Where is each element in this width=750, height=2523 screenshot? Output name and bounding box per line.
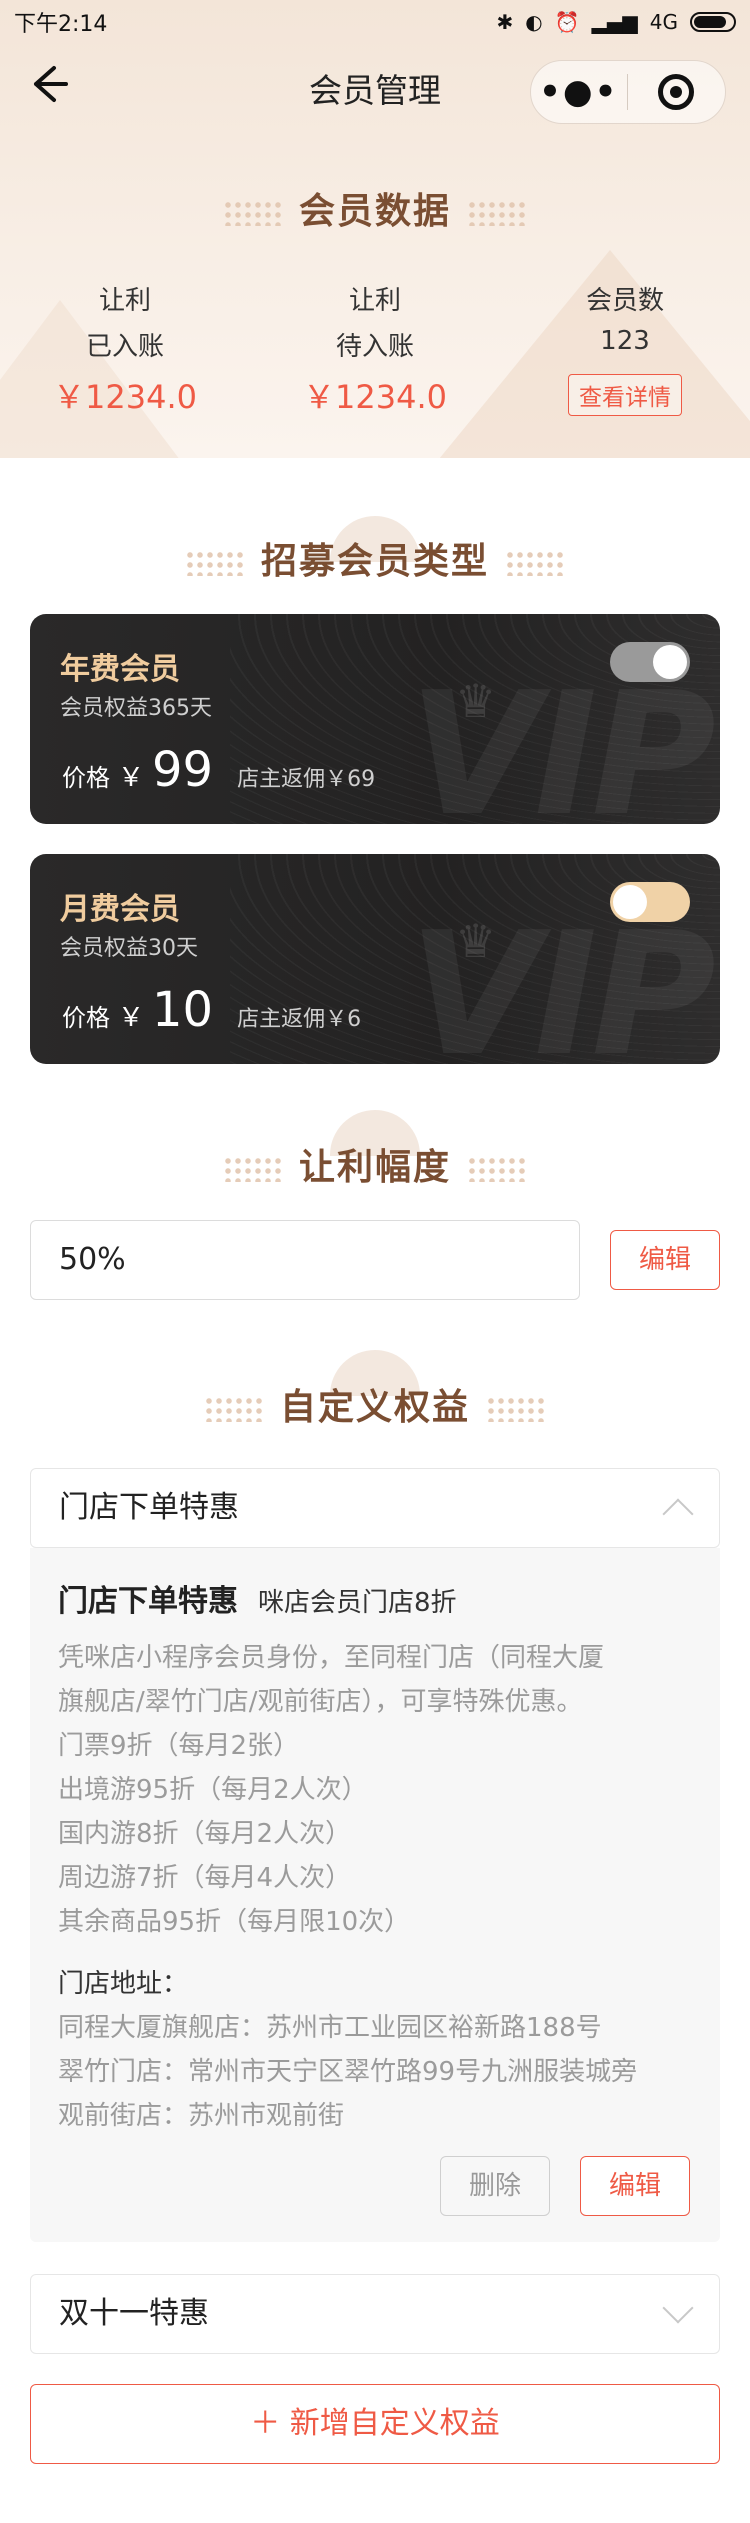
battery-icon: [690, 12, 736, 32]
toggle-knob: [613, 885, 647, 919]
dots-decoration: [467, 200, 527, 226]
card-subtitle: 会员权益365天: [60, 696, 212, 721]
add-custom-benefit-button[interactable]: ＋ 新增自定义权益: [30, 2384, 720, 2464]
benefit-name: 门店下单特惠: [58, 1584, 238, 1619]
dots-decoration: [486, 1396, 546, 1422]
chevron-down-icon: [662, 2292, 694, 2324]
bluetooth-icon: ✱: [496, 10, 514, 34]
dots-decoration: [222, 200, 283, 226]
section-title-recruit: 招募会员类型: [0, 532, 750, 584]
stat-pending: 让利 待入账 ￥1234.0: [250, 280, 500, 418]
price-value: 10: [152, 982, 214, 1038]
benefit-delete-button[interactable]: 删除: [440, 2156, 550, 2216]
section-title-discount: 让利幅度: [0, 1138, 750, 1190]
chevron-up-icon: [662, 1498, 694, 1530]
network-label: 4G: [649, 10, 678, 34]
status-time: 下午2:14: [14, 12, 108, 37]
description-line: 出境游95折（每月2人次）: [58, 1775, 368, 1805]
benefit-header-label: 双十一特惠: [59, 2296, 209, 2331]
toggle-icon: ◐: [525, 10, 543, 34]
mini-program-capsule: •●•: [530, 60, 726, 124]
address-list: 同程大厦旗舰店：苏州市工业园区裕新路188号 翠竹门店：常州市天宁区翠竹路99号…: [58, 2006, 692, 2138]
stat-label: 会员数: [585, 286, 664, 316]
benefit-header-double-eleven[interactable]: 双十一特惠: [30, 2274, 720, 2354]
currency-symbol: ￥: [118, 763, 145, 793]
stat-settled: 让利 已入账 ￥1234.0: [0, 280, 250, 418]
enable-toggle[interactable]: [610, 882, 690, 922]
address-title: 门店地址：: [58, 1969, 189, 1999]
close-icon[interactable]: [628, 74, 726, 110]
stat-label: 让利: [98, 286, 151, 316]
member-stats: 让利 已入账 ￥1234.0 让利 待入账 ￥1234.0 会员数 123 查看…: [0, 280, 750, 418]
nav-bar: 会员管理 •●•: [0, 44, 750, 128]
signal-icon: ▂▄▆: [591, 10, 638, 34]
dots-decoration: [467, 1156, 527, 1182]
address-line: 观前街店：苏州市观前街: [58, 2101, 345, 2131]
price-value: 99: [152, 742, 214, 798]
stat-value: 123: [600, 326, 650, 356]
more-icon[interactable]: •●•: [531, 75, 627, 109]
benefit-body-store-discount: 门店下单特惠 咪店会员门店8折 凭咪店小程序会员身份，至同程门店（同程大厦 旗舰店…: [30, 1548, 720, 2242]
benefit-edit-button[interactable]: 编辑: [580, 2156, 690, 2216]
section-title-member-data: 会员数据: [0, 182, 750, 234]
description-line: 其余商品95折（每月限10次）: [58, 1907, 411, 1937]
price-label: 价格: [62, 1004, 110, 1032]
stat-amount: ￥1234.0: [303, 378, 447, 416]
benefit-body-title: 门店下单特惠 咪店会员门店8折: [58, 1576, 692, 1620]
dots-decoration: [505, 550, 565, 576]
description-line: 旗舰店/翠竹门店/观前街店），可享特殊优惠。: [58, 1687, 583, 1717]
member-type-card-monthly[interactable]: ♛ VIP 月费会员 会员权益30天 价格 ￥ 10 店主返佣￥6: [30, 854, 720, 1064]
address-line: 同程大厦旗舰店：苏州市工业园区裕新路188号: [58, 2013, 602, 2043]
stat-member-count: 会员数 123 查看详情: [500, 280, 750, 418]
price-label: 价格: [62, 764, 110, 792]
card-subtitle: 会员权益30天: [60, 936, 198, 961]
toggle-knob: [653, 645, 687, 679]
stat-label: 让利: [348, 286, 401, 316]
description-line: 周边游7折（每月4人次）: [58, 1863, 352, 1893]
address-line: 翠竹门店：常州市天宁区翠竹路99号九洲服装城旁: [58, 2057, 638, 2087]
member-type-card-annual[interactable]: ♛ VIP 年费会员 会员权益365天 价格 ￥ 99 店主返佣￥69: [30, 614, 720, 824]
alarm-icon: ⏰: [554, 10, 580, 34]
enable-toggle[interactable]: [610, 642, 690, 682]
card-title: 月费会员: [60, 892, 180, 927]
dots-decoration: [203, 1396, 264, 1422]
benefit-summary: 咪店会员门店8折: [258, 1588, 457, 1618]
discount-edit-button[interactable]: 编辑: [610, 1230, 720, 1290]
stat-amount: ￥1234.0: [53, 378, 197, 416]
dots-decoration: [222, 1156, 283, 1182]
dots-decoration: [184, 550, 245, 576]
description-line: 国内游8折（每月2人次）: [58, 1819, 352, 1849]
rebate-text: 店主返佣￥6: [237, 1007, 362, 1032]
currency-symbol: ￥: [118, 1003, 145, 1033]
section-title-custom-benefits: 自定义权益: [0, 1378, 750, 1430]
stat-label: 待入账: [335, 332, 414, 362]
description-line: 凭咪店小程序会员身份，至同程门店（同程大厦: [58, 1643, 605, 1673]
status-bar: 下午2:14 ✱ ◐ ⏰ ▂▄▆ 4G: [0, 0, 750, 44]
benefit-header-label: 门店下单特惠: [59, 1490, 239, 1525]
stat-label: 已入账: [85, 332, 164, 362]
description-line: 门票9折（每月2张）: [58, 1731, 300, 1761]
rebate-text: 店主返佣￥69: [237, 767, 376, 792]
price-row: 价格 ￥ 99 店主返佣￥69: [62, 742, 375, 798]
discount-input[interactable]: 50%: [30, 1220, 580, 1300]
view-details-button[interactable]: 查看详情: [568, 374, 682, 416]
price-row: 价格 ￥ 10 店主返佣￥6: [62, 982, 361, 1038]
status-icons: ✱ ◐ ⏰ ▂▄▆ 4G: [496, 10, 736, 34]
card-title: 年费会员: [60, 652, 180, 687]
benefit-description: 凭咪店小程序会员身份，至同程门店（同程大厦 旗舰店/翠竹门店/观前街店），可享特…: [58, 1636, 692, 1944]
benefit-header-store-discount[interactable]: 门店下单特惠: [30, 1468, 720, 1548]
